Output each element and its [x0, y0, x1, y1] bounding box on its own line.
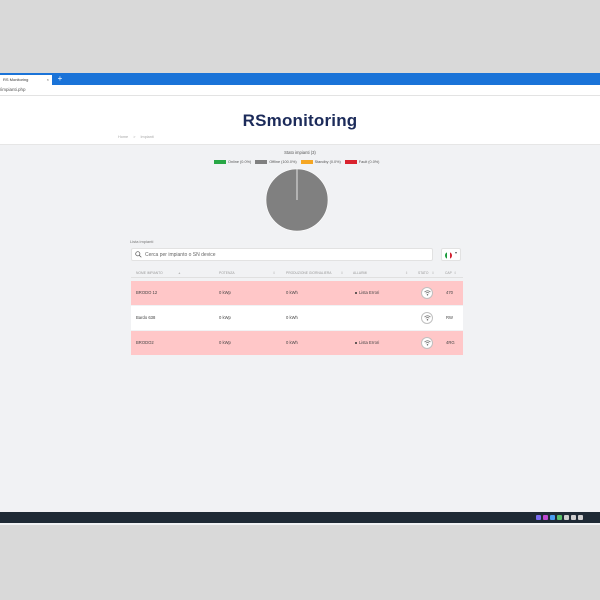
legend-swatch-fault: [344, 160, 357, 164]
column-header-name[interactable]: NOME IMPIANTO ▲: [136, 269, 181, 277]
legend-label-fault: Fault (0.0%): [358, 160, 380, 164]
alarms-link-label: Lista Errori: [359, 290, 380, 295]
language-selector[interactable]: ▾: [441, 248, 461, 261]
wifi-status-icon[interactable]: [421, 337, 433, 349]
wifi-status-icon[interactable]: [421, 312, 433, 324]
plant-daily-production: 0 kWh: [286, 315, 298, 320]
app-icon[interactable]: [550, 515, 555, 520]
tab-bar: RS Monitoring × +: [0, 73, 600, 85]
chart-legend: Online (0.0%) Offline (100.0%) Standby (…: [214, 159, 383, 165]
legend-item-online[interactable]: Online (0.0%): [214, 160, 251, 164]
table-header: NOME IMPIANTO ▲ POTENZA ⇕ PRODUZIONE GIORN…: [131, 269, 463, 277]
table-header-divider: [131, 277, 463, 278]
app-icon[interactable]: [536, 515, 541, 520]
legend-swatch-standby: [300, 160, 313, 164]
alarms-link[interactable]: Lista Errori: [355, 331, 379, 355]
legend-item-offline[interactable]: Offline (100.0%): [255, 160, 297, 164]
column-header-daily-production[interactable]: PRODUZIONE GIORNALIERA ⇕: [286, 269, 343, 277]
url-text: /impianti.php: [0, 87, 26, 92]
browser-tab[interactable]: RS Monitoring ×: [0, 75, 52, 85]
list-heading: Lista impianti: [130, 239, 154, 244]
plant-name[interactable]: BRODO 12: [136, 281, 157, 305]
plant-power: 0 kWp: [219, 315, 231, 320]
breadcrumb-separator: >: [133, 135, 136, 139]
legend-item-fault[interactable]: Fault (0.0%): [344, 160, 380, 164]
wifi-icon[interactable]: [571, 515, 576, 520]
close-icon[interactable]: ×: [47, 75, 49, 85]
os-taskbar: [0, 512, 600, 523]
new-tab-button[interactable]: +: [56, 75, 64, 83]
status-pie-chart: [265, 168, 329, 232]
breadcrumb: Home > Impianti: [118, 135, 158, 139]
legend-swatch-offline: [255, 160, 268, 164]
alarms-link-label: Lista Errori: [359, 340, 380, 345]
legend-swatch-online: [214, 160, 226, 164]
sort-icon: ⇕: [431, 271, 435, 275]
breadcrumb-home[interactable]: Home: [118, 135, 128, 139]
italy-flag-icon: [445, 251, 452, 259]
volume-icon[interactable]: [578, 515, 583, 520]
stats-title: Stato impianti (3): [284, 150, 316, 155]
site-header: RSmonitoring: [0, 96, 600, 145]
address-bar[interactable]: /impianti.php: [0, 85, 600, 96]
legend-label-standby: Standby (0.0%): [314, 160, 341, 164]
browser-window: RS Monitoring × + /impianti.php RSmonito…: [0, 73, 600, 525]
search-icon: [135, 251, 142, 258]
column-header-status[interactable]: STATO ⇕: [418, 269, 434, 277]
column-header-cap[interactable]: CAP ⇕: [445, 269, 457, 277]
table-row[interactable]: BRODO2 0 kWp 0 kWh Lista Errori 4RG: [131, 331, 463, 355]
app-icon[interactable]: [543, 515, 548, 520]
table-row[interactable]: BRODO 12 0 kWp 0 kWh Lista Errori 470: [131, 281, 463, 305]
app-icon[interactable]: [557, 515, 562, 520]
tab-title: RS Monitoring: [3, 77, 29, 82]
sort-icon: ⇕: [453, 271, 457, 275]
plant-power: 0 kWp: [219, 340, 231, 345]
sort-icon: ⇕: [272, 271, 276, 275]
legend-item-standby[interactable]: Standby (0.0%): [300, 160, 341, 164]
sort-icon: ⇕: [340, 271, 344, 275]
column-header-alarms[interactable]: ALLARMI ⇕: [353, 269, 408, 277]
wifi-status-icon[interactable]: [421, 287, 433, 299]
search-box: [131, 248, 433, 261]
plant-power: 0 kWp: [219, 290, 231, 295]
plant-name[interactable]: Bardo 638: [136, 306, 155, 330]
plant-cap: 4RG: [446, 340, 455, 345]
bullet-icon: [355, 342, 357, 344]
sort-icon: ▲: [177, 271, 181, 275]
search-input[interactable]: [145, 249, 425, 260]
table-row[interactable]: Bardo 638 0 kWp 0 kWh RW: [131, 306, 463, 330]
plant-name[interactable]: BRODO2: [136, 331, 154, 355]
chevron-down-icon: ▾: [455, 250, 458, 255]
plant-cap: RW: [446, 315, 453, 320]
plant-cap: 470: [446, 290, 453, 295]
sort-icon: ⇕: [405, 271, 408, 275]
breadcrumb-current: Impianti: [140, 135, 154, 139]
brand-logo[interactable]: RSmonitoring: [0, 111, 600, 131]
bullet-icon: [355, 292, 357, 294]
column-header-power[interactable]: POTENZA ⇕: [219, 269, 275, 277]
app-icon[interactable]: [564, 515, 569, 520]
plant-daily-production: 0 kWh: [286, 290, 298, 295]
legend-label-online: Online (0.0%): [228, 160, 252, 164]
legend-label-offline: Offline (100.0%): [269, 160, 297, 164]
plant-daily-production: 0 kWh: [286, 340, 298, 345]
alarms-link[interactable]: Lista Errori: [355, 281, 379, 305]
